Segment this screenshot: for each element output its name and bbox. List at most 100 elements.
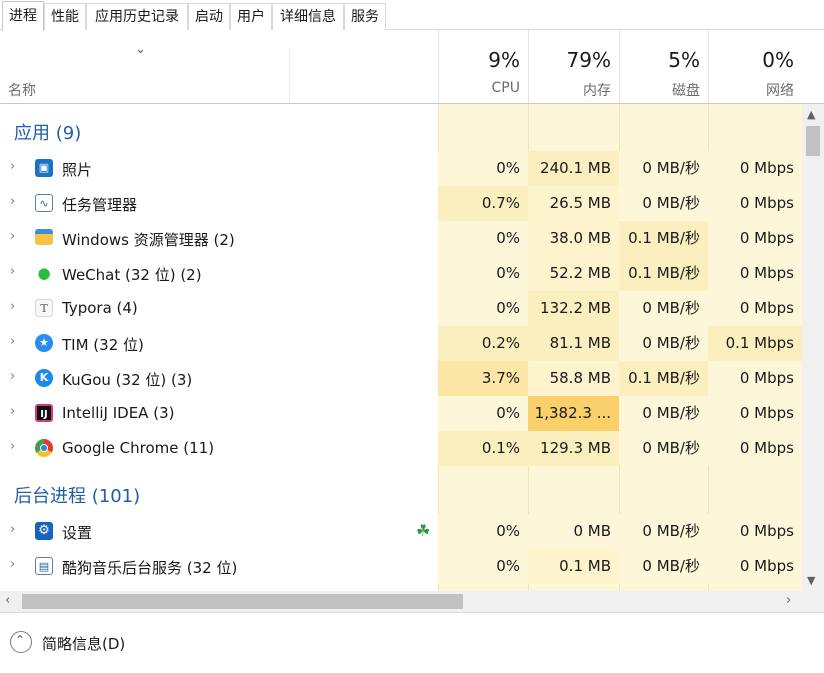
chevron-right-icon[interactable]: › <box>10 299 15 314</box>
vertical-scroll-thumb[interactable] <box>806 126 820 156</box>
cpu-cell: 0% <box>438 221 528 256</box>
network-cell: 0 Mbps <box>708 396 802 431</box>
cpu-cell: 0% <box>438 514 528 549</box>
column-name-label[interactable]: 名称 <box>8 80 36 100</box>
process-name: KuGou (32 位) (3) <box>62 371 193 389</box>
column-disk[interactable]: 5% 磁盘 <box>619 30 708 103</box>
cpu-cell: 3.7% <box>438 361 528 396</box>
network-cell: 0 Mbps <box>708 361 802 396</box>
tim-icon: ★ <box>35 334 53 352</box>
network-cell: 0 Mbps <box>708 256 802 291</box>
tab-users[interactable]: 用户 <box>230 3 272 30</box>
memory-column-label: 内存 <box>583 83 611 99</box>
process-table: 应用 (9) › ▣ 照片 0% 240.1 MB 0 MB/秒 0 Mbps … <box>0 104 802 591</box>
disk-cell: 0 MB/秒 <box>619 186 708 221</box>
horizontal-scrollbar[interactable]: ‹ › <box>0 591 802 612</box>
tab-services[interactable]: 服务 <box>344 3 386 30</box>
tab-performance[interactable]: 性能 <box>44 3 86 30</box>
group-title-background[interactable]: 后台进程 (101) <box>14 482 140 508</box>
disk-cell: 0 MB/秒 <box>619 151 708 186</box>
scroll-down-icon[interactable]: ▼ <box>807 574 815 587</box>
collapse-up-icon[interactable]: ⌃ <box>10 631 32 653</box>
chevron-right-icon[interactable]: › <box>10 229 15 244</box>
memory-cell: 52.2 MB <box>528 256 619 291</box>
tab-startup[interactable]: 启动 <box>188 3 230 30</box>
disk-cell: 0 MB/秒 <box>619 514 708 549</box>
disk-total-percent: 5% <box>668 48 700 72</box>
task-manager-icon: ∿ <box>35 194 53 212</box>
tab-processes[interactable]: 进程 <box>2 1 44 31</box>
memory-cell: 132.2 MB <box>528 291 619 326</box>
tab-app-history[interactable]: 应用历史记录 <box>86 3 188 30</box>
disk-cell: 0.1 MB/秒 <box>619 361 708 396</box>
chevron-right-icon[interactable]: › <box>10 439 15 454</box>
memory-cell: 1,382.3 ... <box>528 396 619 431</box>
disk-cell: 0.1 MB/秒 <box>619 256 708 291</box>
network-cell: 0 Mbps <box>708 291 802 326</box>
table-row[interactable]: › ● WeChat (32 位) (2) 0% 52.2 MB 0.1 MB/… <box>0 256 802 291</box>
disk-cell: 0 MB/秒 <box>619 291 708 326</box>
memory-cell: 58.8 MB <box>528 361 619 396</box>
disk-cell: 0.1 MB/秒 <box>619 221 708 256</box>
memory-total-percent: 79% <box>566 48 611 72</box>
tab-details[interactable]: 详细信息 <box>272 3 344 30</box>
process-name: Google Chrome (11) <box>62 439 215 457</box>
column-network[interactable]: 0% 网络 <box>708 30 802 103</box>
network-cell: 0 Mbps <box>708 186 802 221</box>
table-row[interactable]: › ▣ 照片 0% 240.1 MB 0 MB/秒 0 Mbps <box>0 151 802 186</box>
fewer-details-button[interactable]: 简略信息(D) <box>42 633 125 654</box>
cpu-cell: 0.7% <box>438 186 528 221</box>
chevron-right-icon[interactable]: › <box>10 159 15 174</box>
chevron-right-icon[interactable]: › <box>10 369 15 384</box>
table-row[interactable]: › ★ TIM (32 位) 0.2% 81.1 MB 0 MB/秒 0.1 M… <box>0 326 802 361</box>
network-cell: 0.1 Mbps <box>708 326 802 361</box>
chevron-right-icon[interactable]: › <box>10 264 15 279</box>
network-cell: 0 Mbps <box>708 221 802 256</box>
cpu-cell: 0% <box>438 256 528 291</box>
memory-cell: 129.3 MB <box>528 431 619 466</box>
table-row[interactable]: › ▤ 酷狗音乐后台服务 (32 位) 0% 0.1 MB 0 MB/秒 0 M… <box>0 549 802 584</box>
process-name: 设置 <box>62 524 93 542</box>
memory-cell: 0 MB <box>528 514 619 549</box>
chevron-right-icon[interactable]: › <box>10 194 15 209</box>
column-header: ⌄ 名称 9% CPU 79% 内存 5% 磁盘 0% 网络 <box>0 30 824 104</box>
table-row[interactable]: › T Typora (4) 0% 132.2 MB 0 MB/秒 0 Mbps <box>0 291 802 326</box>
chevron-right-icon[interactable]: › <box>10 404 15 419</box>
chevron-right-icon[interactable]: › <box>10 522 15 537</box>
process-name: IntelliJ IDEA (3) <box>62 404 175 422</box>
table-row[interactable]: › Google Chrome (11) 0.1% 129.3 MB 0 MB/… <box>0 431 802 466</box>
typora-icon: T <box>35 299 53 317</box>
scroll-left-icon[interactable]: ‹ <box>5 593 10 608</box>
group-title-apps[interactable]: 应用 (9) <box>14 119 81 145</box>
column-cpu[interactable]: 9% CPU <box>438 30 528 103</box>
chrome-icon <box>35 439 53 457</box>
disk-cell: 0 MB/秒 <box>619 549 708 584</box>
memory-cell: 0.1 MB <box>528 549 619 584</box>
network-cell: 0 Mbps <box>708 151 802 186</box>
photos-icon: ▣ <box>35 159 53 177</box>
cpu-cell: 0.2% <box>438 326 528 361</box>
vertical-scrollbar[interactable]: ▲ ▼ <box>802 104 824 591</box>
table-row[interactable]: › ⚙ 设置 ☘ 0% 0 MB 0 MB/秒 0 Mbps <box>0 514 802 549</box>
cpu-cell: 0.1% <box>438 431 528 466</box>
chrome-center-dot <box>40 444 48 452</box>
column-memory[interactable]: 79% 内存 <box>528 30 619 103</box>
process-name: 照片 <box>62 161 93 179</box>
disk-cell: 0 MB/秒 <box>619 326 708 361</box>
chevron-right-icon[interactable]: › <box>10 557 15 572</box>
scroll-right-icon[interactable]: › <box>786 593 791 608</box>
chevron-down-icon[interactable]: ⌄ <box>135 42 146 57</box>
table-row[interactable]: › Windows 资源管理器 (2) 0% 38.0 MB 0.1 MB/秒 … <box>0 221 802 256</box>
horizontal-scroll-thumb[interactable] <box>22 594 463 609</box>
scroll-up-icon[interactable]: ▲ <box>807 108 815 121</box>
chevron-right-icon[interactable]: › <box>10 334 15 349</box>
cpu-column-label: CPU <box>491 80 520 96</box>
intellij-icon: IJ <box>35 404 53 422</box>
column-divider <box>289 48 290 102</box>
table-row[interactable]: › IJ IntelliJ IDEA (3) 0% 1,382.3 ... 0 … <box>0 396 802 431</box>
leaf-icon: ☘ <box>416 521 431 540</box>
table-row[interactable]: › K KuGou (32 位) (3) 3.7% 58.8 MB 0.1 MB… <box>0 361 802 396</box>
table-row[interactable]: › ∿ 任务管理器 0.7% 26.5 MB 0 MB/秒 0 Mbps <box>0 186 802 221</box>
process-name: Typora (4) <box>62 299 138 317</box>
cpu-cell: 0% <box>438 291 528 326</box>
